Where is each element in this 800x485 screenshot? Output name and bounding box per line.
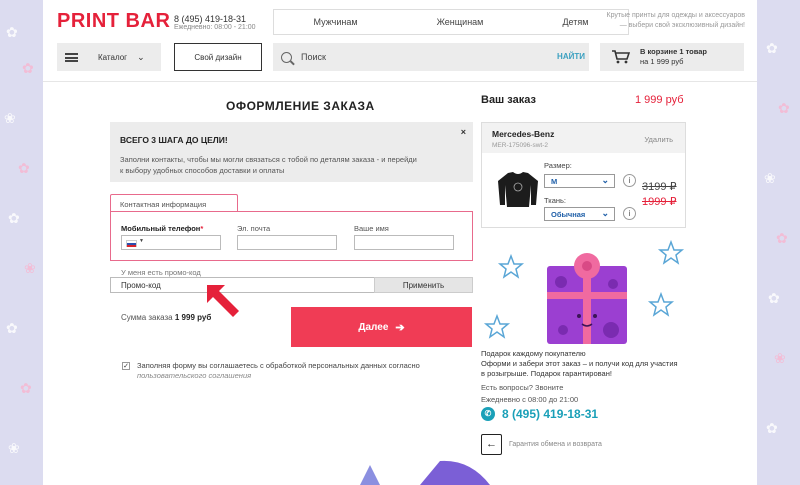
- checkout-title: ОФОРМЛЕНИЕ ЗАКАЗА: [226, 99, 375, 113]
- delete-item-button[interactable]: Удалить: [644, 135, 673, 144]
- russia-flag-icon[interactable]: [126, 240, 137, 247]
- size-label: Размер:: [544, 161, 572, 170]
- cart-sum: на 1 999 руб: [640, 57, 684, 66]
- sum-value: 1 999 руб: [174, 313, 212, 322]
- search-input[interactable]: [301, 52, 531, 62]
- cart-icon: [612, 50, 630, 64]
- steps-title: ВСЕГО 3 ШАГА ДО ЦЕЛИ!: [120, 135, 228, 145]
- your-order-title: Ваш заказ: [481, 94, 536, 106]
- search-button[interactable]: НАЙТИ: [557, 52, 585, 61]
- gift-line-2: Оформи и забери этот заказ – и получи ко…: [481, 359, 678, 368]
- mobile-label: Мобильный телефон*: [121, 224, 203, 233]
- cart-button[interactable]: В корзине 1 товар на 1 999 руб: [600, 43, 744, 71]
- item-header: Mercedes-Benz MER-175096-swt-2 Удалить: [482, 123, 685, 153]
- cart-count: В корзине 1 товар: [640, 47, 708, 56]
- chevron-down-icon: ▼: [139, 238, 144, 244]
- new-price: 1999 ₽: [642, 196, 677, 208]
- catalog-button[interactable]: Каталог ⌄: [57, 43, 161, 71]
- search-bar: НАЙТИ: [273, 43, 589, 71]
- next-button[interactable]: Далее ➔: [291, 307, 472, 347]
- sum-label: Сумма заказа: [121, 313, 173, 322]
- apply-promo-button[interactable]: Применить: [374, 277, 473, 293]
- gift-line-1: Подарок каждому покупателю: [481, 349, 586, 358]
- gift-promo-text: Подарок каждому покупателю Оформи и забе…: [481, 349, 678, 379]
- consent-text: Заполняя форму вы соглашаетесь с обработ…: [137, 361, 420, 370]
- next-label: Далее: [358, 321, 389, 333]
- phone-icon: ✆: [481, 407, 495, 421]
- sweatshirt-thumbnail[interactable]: [496, 171, 540, 209]
- support-phone-number: 8 (495) 419-18-31: [502, 407, 599, 421]
- gift-box-illustration: [483, 239, 685, 344]
- support-hours: Ежедневно с 08:00 до 21:00: [481, 395, 579, 404]
- email-field[interactable]: [237, 235, 337, 250]
- fabric-select[interactable]: Обычная ⌄: [544, 207, 615, 221]
- questions-text: Есть вопросы? Звоните: [481, 383, 564, 392]
- gender-nav: Мужчинам Женщинам Детям: [273, 9, 629, 35]
- nav-women[interactable]: Женщинам: [437, 17, 484, 27]
- size-select[interactable]: M ⌄: [544, 174, 615, 188]
- order-total: 1 999 руб: [635, 94, 684, 106]
- contact-info-panel: Мобильный телефон* ▼ Эл. почта Ваше имя: [110, 211, 473, 261]
- name-label: Ваше имя: [354, 224, 389, 233]
- name-field[interactable]: [354, 235, 454, 250]
- catalog-label: Каталог: [98, 52, 128, 62]
- site-header: PRINT BAR 8 (495) 419-18-31 Ежедневно: 0…: [43, 0, 757, 82]
- consent-checkbox[interactable]: ✓: [122, 362, 130, 370]
- chevron-down-icon: ⌄: [601, 175, 609, 185]
- exchange-text: Гарантия обмена и возврата: [509, 441, 602, 448]
- arrow-right-icon: ➔: [395, 321, 405, 334]
- fabric-info-icon[interactable]: i: [623, 207, 636, 220]
- header-hours: Ежедневно: 08:00 - 21:00: [174, 24, 256, 31]
- size-value: M: [551, 177, 558, 186]
- close-icon[interactable]: ×: [461, 127, 466, 137]
- steps-notice: ВСЕГО 3 ШАГА ДО ЦЕЛИ! Заполни контакты, …: [110, 122, 473, 182]
- header-phone[interactable]: 8 (495) 419-18-31: [174, 14, 246, 24]
- nav-kids[interactable]: Детям: [562, 17, 588, 27]
- bottom-decoration: [360, 460, 490, 485]
- order-sum: Сумма заказа 1 999 руб: [121, 313, 211, 322]
- nav-men[interactable]: Мужчинам: [314, 17, 358, 27]
- email-label: Эл. почта: [237, 224, 271, 233]
- support-phone[interactable]: ✆ 8 (495) 419-18-31: [481, 407, 598, 421]
- chevron-down-icon: ⌄: [137, 51, 145, 62]
- exchange-guarantee[interactable]: ← Гарантия обмена и возврата: [481, 434, 602, 455]
- logo[interactable]: PRINT BAR: [57, 10, 170, 33]
- old-price: 3199 ₽: [642, 181, 677, 193]
- chevron-down-icon: ⌄: [601, 208, 609, 218]
- user-agreement-link[interactable]: пользовательского соглашения: [137, 371, 420, 381]
- gift-line-3: в розыгрыше. Подарок гарантирован!: [481, 369, 612, 378]
- contact-info-tab[interactable]: Контактная информация: [110, 194, 238, 212]
- promo-question[interactable]: У меня есть промо-код: [121, 268, 201, 277]
- own-design-button[interactable]: Свой дизайн: [174, 43, 262, 71]
- required-mark: *: [200, 224, 204, 233]
- cart-item: Mercedes-Benz MER-175096-swt-2 Удалить Р…: [481, 122, 686, 228]
- search-icon: [281, 51, 292, 63]
- fabric-label: Ткань:: [544, 196, 567, 205]
- slogan: Крутые принты для одежды и аксессуаров —…: [606, 12, 746, 29]
- mobile-label-text: Мобильный телефон: [121, 224, 201, 233]
- menu-icon: [65, 52, 78, 62]
- support-info: Есть вопросы? Звоните Ежедневно с 08:00 …: [481, 382, 578, 406]
- mobile-phone-field[interactable]: ▼: [121, 235, 221, 250]
- steps-text: Заполни контакты, чтобы мы могли связать…: [120, 155, 417, 175]
- size-info-icon[interactable]: i: [623, 174, 636, 187]
- return-arrow-icon: ←: [481, 434, 502, 455]
- page-container: PRINT BAR 8 (495) 419-18-31 Ежедневно: 0…: [43, 0, 757, 485]
- fabric-value: Обычная: [551, 210, 586, 219]
- consent-row: ✓ Заполняя форму вы соглашаетесь с обраб…: [122, 361, 420, 381]
